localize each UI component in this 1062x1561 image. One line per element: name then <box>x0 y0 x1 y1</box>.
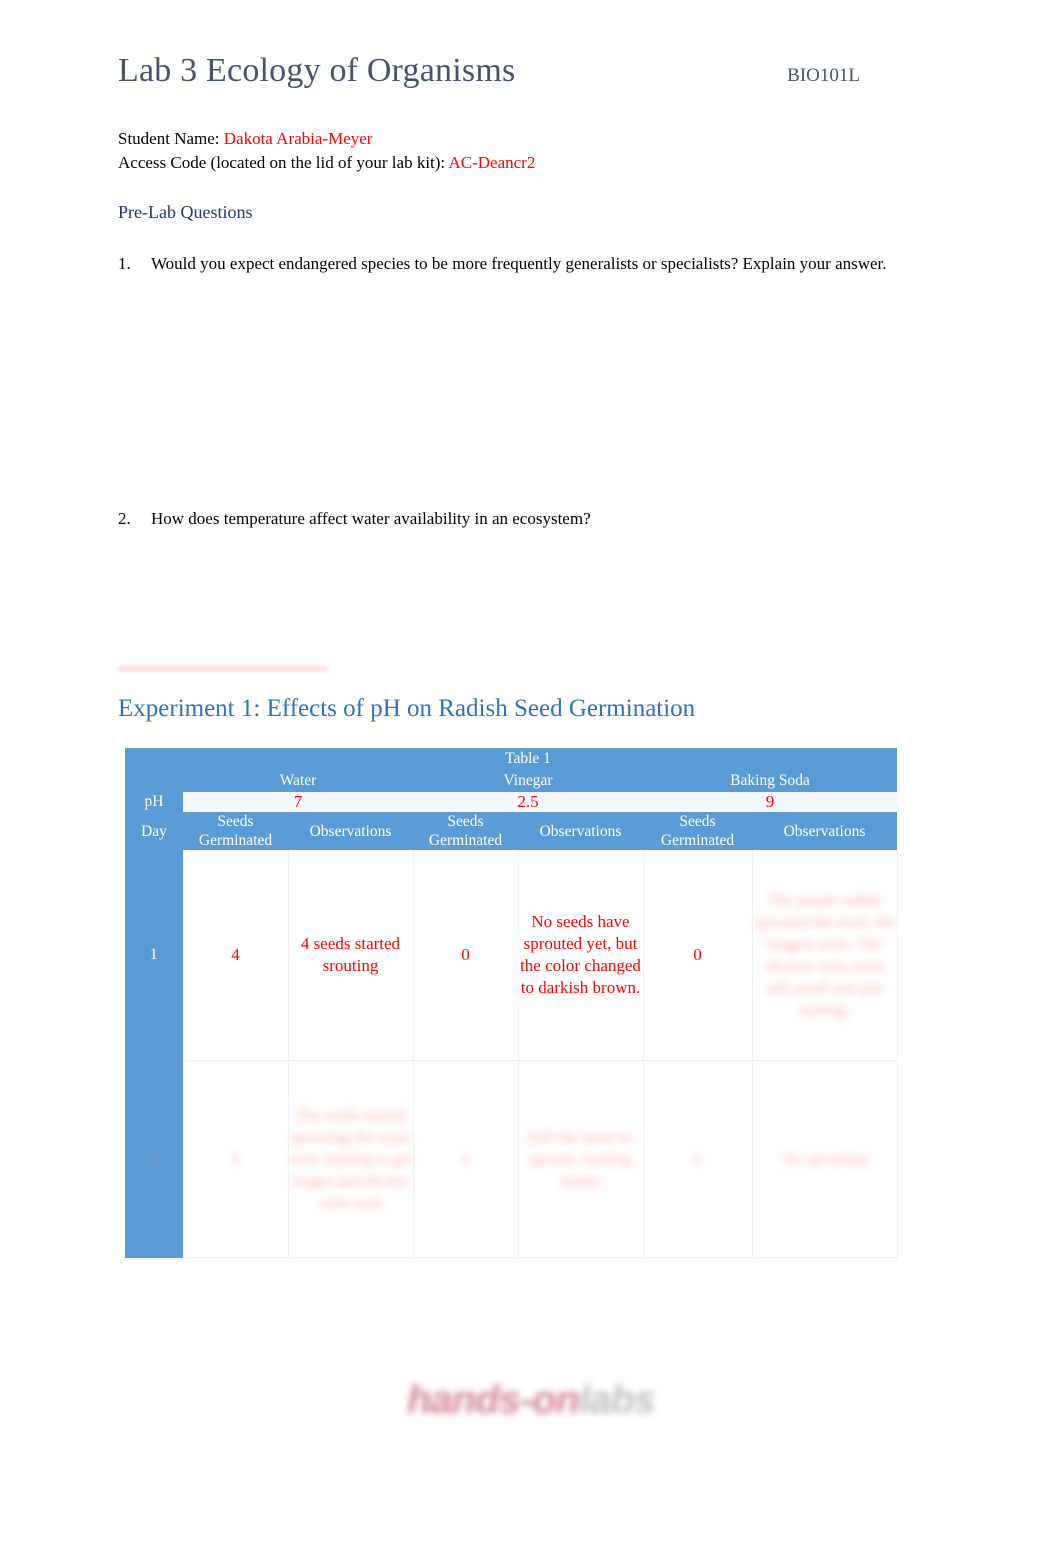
page-title: Lab 3 Ecology of Organisms <box>118 52 516 89</box>
cell-day: 1 <box>125 850 183 1061</box>
cell-seeds-germinated-water[interactable]: 6 <box>182 1060 289 1258</box>
student-name-label: Student Name: <box>118 129 220 148</box>
table-row: 1 4 4 seeds started srouting 0 No seeds … <box>125 850 898 1061</box>
column-header-observations-vinegar: Observations <box>518 812 643 850</box>
table-caption: Table 1 <box>505 750 551 767</box>
column-header-observations-water: Observations <box>288 812 413 850</box>
redacted-text: The seeds started sprouting the roots we… <box>288 1107 413 1212</box>
cell-day: 2 <box>125 1060 183 1258</box>
ph-value-baking-soda[interactable]: 9 <box>643 792 897 812</box>
column-header-day: Day <box>125 812 183 850</box>
redacted-text: 0 <box>461 1151 470 1168</box>
ph-value-water[interactable]: 7 <box>183 792 413 812</box>
course-code: BIO101L <box>787 65 860 86</box>
germination-table-wrapper: Water Table 1 Vinegar Baking Soda pH 7 2… <box>125 748 898 1258</box>
table-ph-row: pH 7 2.5 9 <box>125 792 897 812</box>
treatment-name-vinegar: Vinegar <box>503 772 553 789</box>
prelab-question-list: 1. Would you expect endangered species t… <box>118 252 893 530</box>
redacted-text: The purple radish sprouted the most, the… <box>753 892 896 1019</box>
cell-seeds-germinated-vinegar[interactable]: 0 <box>412 1060 519 1258</box>
watermark-primary-text: hands-on <box>406 1378 580 1422</box>
cell-seeds-germinated-baking-soda[interactable]: 0 <box>642 850 753 1061</box>
treatment-header-water: Water <box>183 748 413 792</box>
column-header-observations-baking-soda: Observations <box>752 812 897 850</box>
answer-area-question-1[interactable] <box>118 275 893 507</box>
cell-seeds-germinated-baking-soda[interactable]: 0 <box>642 1060 753 1258</box>
document-header: Lab 3 Ecology of Organisms BIO101L <box>118 52 908 90</box>
cell-observations-baking-soda[interactable]: No sprouting <box>751 1060 898 1258</box>
column-header-seeds-germinated-baking-soda: Seeds Germinated <box>643 812 752 850</box>
footer-watermark-logo: hands-onlabs <box>0 1378 1062 1423</box>
cell-observations-baking-soda[interactable]: The purple radish sprouted the most, the… <box>751 850 898 1061</box>
cell-seeds-germinated-water[interactable]: 4 <box>182 850 289 1061</box>
access-code-line: Access Code (located on the lid of your … <box>118 151 535 175</box>
redacted-text: 0 <box>693 1151 702 1168</box>
watermark-secondary-text: labs <box>578 1378 656 1422</box>
treatment-header-vinegar: Table 1 Vinegar <box>413 748 643 792</box>
column-header-seeds-germinated-water: Seeds Germinated <box>183 812 288 850</box>
prelab-question-1: 1. Would you expect endangered species t… <box>118 252 893 275</box>
table-corner-cell <box>125 748 183 792</box>
cell-seeds-germinated-vinegar[interactable]: 0 <box>412 850 519 1061</box>
prelab-heading: Pre-Lab Questions <box>118 202 253 222</box>
table-row: 2 6 The seeds started sprouting the root… <box>125 1060 898 1258</box>
table-title-row: Water Table 1 Vinegar Baking Soda <box>125 748 897 792</box>
access-code-value[interactable]: AC-Deancr2 <box>448 153 535 172</box>
ph-row-label: pH <box>125 792 183 812</box>
treatment-name-baking-soda: Baking Soda <box>730 772 810 789</box>
redacted-text: No sprouting <box>782 1151 867 1168</box>
experiment-heading: Experiment 1: Effects of pH on Radish Se… <box>118 695 696 722</box>
treatment-name-water: Water <box>279 772 317 789</box>
treatment-header-baking-soda: Baking Soda <box>643 748 897 792</box>
cell-observations-water[interactable]: 4 seeds started srouting <box>287 850 414 1061</box>
document-page: Lab 3 Ecology of Organisms BIO101L Stude… <box>0 0 1062 1561</box>
table-column-header-row: Day Seeds Germinated Observations Seeds … <box>125 812 897 850</box>
student-identity-block: Student Name: Dakota Arabia-Meyer Access… <box>118 127 535 175</box>
ph-value-vinegar[interactable]: 2.5 <box>413 792 643 812</box>
section-divider-rule <box>118 666 328 672</box>
question-number: 1. <box>118 254 131 273</box>
question-text: How does temperature affect water availa… <box>151 509 591 528</box>
cell-observations-vinegar[interactable]: No seeds have sprouted yet, but the colo… <box>517 850 644 1061</box>
redacted-text: 6 <box>231 1151 240 1168</box>
cell-observations-vinegar[interactable]: Still the same no sprouts, looking darke… <box>517 1060 644 1258</box>
question-text: Would you expect endangered species to b… <box>151 254 887 273</box>
column-header-seeds-germinated-vinegar: Seeds Germinated <box>413 812 518 850</box>
student-name-line: Student Name: Dakota Arabia-Meyer <box>118 127 535 151</box>
prelab-question-2: 2. How does temperature affect water ava… <box>118 507 893 530</box>
cell-observations-water[interactable]: The seeds started sprouting the roots we… <box>287 1060 414 1258</box>
redacted-text: 2 <box>149 1150 158 1167</box>
germination-data-table: Water Table 1 Vinegar Baking Soda pH 7 2… <box>125 748 898 1258</box>
redacted-text: Still the same no sprouts, looking darke… <box>526 1129 635 1190</box>
question-number: 2. <box>118 509 131 528</box>
access-code-label: Access Code (located on the lid of your … <box>118 153 446 172</box>
student-name-value[interactable]: Dakota Arabia-Meyer <box>224 129 373 148</box>
